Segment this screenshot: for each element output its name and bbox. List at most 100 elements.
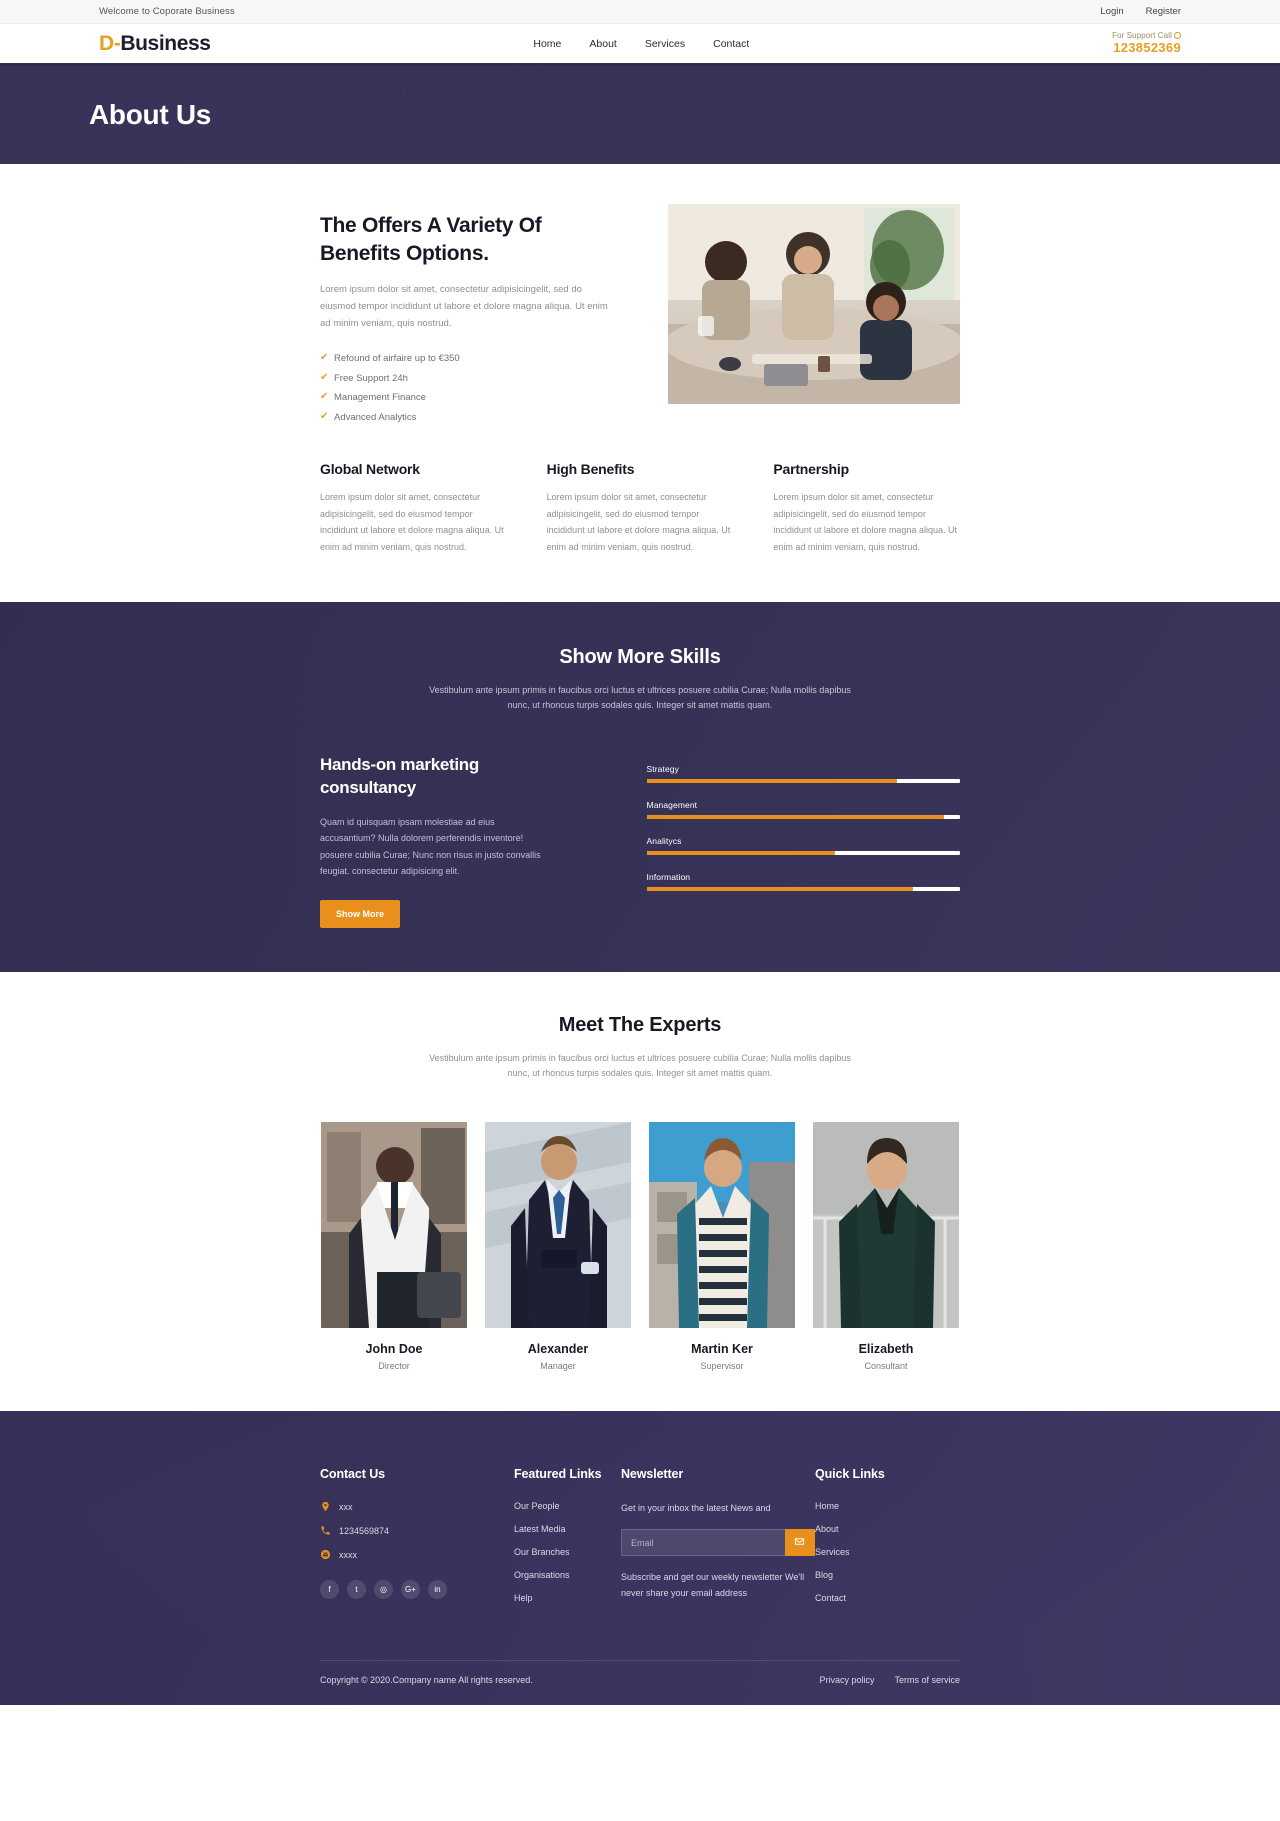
logo-text: Business: [120, 31, 211, 55]
newsletter-submit-button[interactable]: [784, 1529, 815, 1557]
member-name: Elizabeth: [858, 1342, 914, 1357]
auth-links: Login Register: [1100, 6, 1181, 17]
quick-link-contact[interactable]: Contact: [815, 1593, 960, 1603]
terms-of-service-link[interactable]: Terms of service: [894, 1675, 960, 1685]
linkedin-icon[interactable]: in: [428, 1580, 447, 1600]
page-hero: About Us: [0, 66, 1280, 164]
featured-link-help[interactable]: Help: [514, 1593, 621, 1603]
about-section: The Offers A Variety Of Benefits Options…: [0, 164, 1280, 602]
skill-label: Analitycs: [646, 836, 682, 847]
footer-newsletter-column: Newsletter Get in your inbox the latest …: [620, 1467, 815, 1616]
feature-column: Partnership Lorem ipsum dolor sit amet, …: [773, 461, 960, 556]
column-title: Global Network: [320, 461, 420, 478]
experts-section: Meet The Experts Vestibulum ante ipsum p…: [0, 971, 1280, 1412]
top-bar: Welcome to Coporate Business Login Regis…: [0, 0, 1280, 24]
main-navigation: Home About Services Contact: [533, 38, 749, 50]
column-text: Lorem ipsum dolor sit amet, consectetur …: [546, 492, 731, 553]
support-phone-number[interactable]: 123852369: [1112, 40, 1181, 56]
legal-links: Privacy policy Terms of service: [819, 1675, 960, 1685]
benefit-label: Advanced Analytics: [334, 411, 417, 423]
footer-quick-title: Quick Links: [814, 1467, 885, 1482]
check-icon: ✔: [320, 410, 329, 422]
column-title: Partnership: [773, 461, 849, 478]
member-photo: [321, 1122, 467, 1329]
about-heading: The Offers A Variety Of Benefits Options…: [320, 214, 542, 265]
newsletter-note: Subscribe and get our weekly newsletter …: [620, 1572, 805, 1598]
experts-subtitle: Vestibulum ante ipsum primis in faucibus…: [429, 1052, 851, 1079]
privacy-policy-link[interactable]: Privacy policy: [819, 1675, 874, 1685]
quick-link-services[interactable]: Services: [815, 1547, 960, 1557]
nav-item-contact[interactable]: Contact: [713, 38, 749, 50]
member-role: Manager: [540, 1361, 576, 1372]
site-footer: Contact Us xxx 1234569874 xxxx f t ◎ G+ …: [0, 1411, 1280, 1706]
column-text: Lorem ipsum dolor sit amet, consectetur …: [320, 492, 504, 553]
footer-featured-column: Featured Links Our People Latest Media O…: [514, 1467, 621, 1616]
login-link[interactable]: Login: [1100, 6, 1123, 17]
footer-contact-title: Contact Us: [320, 1467, 385, 1482]
featured-link-our-branches[interactable]: Our Branches: [514, 1547, 621, 1557]
team-member-card[interactable]: Alexander Manager: [485, 1122, 631, 1371]
newsletter-description: Get in your inbox the latest News and: [620, 1503, 771, 1514]
feature-column: High Benefits Lorem ipsum dolor sit amet…: [547, 461, 734, 556]
nav-item-about[interactable]: About: [589, 38, 616, 50]
column-text: Lorem ipsum dolor sit amet, consectetur …: [773, 492, 957, 553]
skill-track: [646, 851, 960, 856]
team-member-card[interactable]: Martin Ker Supervisor: [649, 1122, 795, 1371]
member-name: Martin Ker: [691, 1342, 753, 1357]
team-grid: John Doe Director Alexander Manager Mart…: [320, 1122, 960, 1371]
nav-item-home[interactable]: Home: [533, 38, 561, 50]
benefits-list: ✔ Refound of airfaire up to €350 ✔ Free Su…: [320, 349, 618, 427]
footer-contact-column: Contact Us xxx 1234569874 xxxx f t ◎ G+ …: [320, 1467, 514, 1616]
feature-column: Global Network Lorem ipsum dolor sit ame…: [320, 461, 507, 556]
google-plus-icon[interactable]: G+: [401, 1580, 420, 1600]
member-photo: [813, 1122, 959, 1329]
twitter-icon[interactable]: t: [347, 1580, 366, 1600]
skill-item: Strategy: [646, 764, 960, 784]
footer-bottom-bar: Copyright © 2020.Company name All rights…: [320, 1660, 960, 1705]
benefit-label: Management Finance: [334, 392, 426, 404]
member-role: Director: [378, 1361, 410, 1372]
quick-link-home[interactable]: Home: [815, 1501, 960, 1511]
nav-item-services[interactable]: Services: [645, 38, 685, 50]
facebook-icon[interactable]: f: [320, 1580, 339, 1600]
member-photo: [649, 1122, 795, 1329]
footer-featured-title: Featured Links: [513, 1467, 602, 1482]
featured-link-latest-media[interactable]: Latest Media: [514, 1524, 621, 1534]
team-member-card[interactable]: Elizabeth Consultant: [813, 1122, 959, 1371]
quick-link-blog[interactable]: Blog: [815, 1570, 960, 1580]
featured-link-our-people[interactable]: Our People: [514, 1501, 621, 1511]
about-lead-paragraph: Lorem ipsum dolor sit amet, consectetur …: [320, 284, 608, 330]
phone-icon: [320, 1525, 331, 1536]
featured-link-organisations[interactable]: Organisations: [514, 1570, 621, 1580]
instagram-icon[interactable]: ◎: [374, 1580, 393, 1600]
contact-email-row: xxxx: [320, 1549, 514, 1560]
show-more-button[interactable]: Show More: [320, 899, 401, 928]
member-photo: [485, 1122, 631, 1329]
about-text-block: The Offers A Variety Of Benefits Options…: [320, 204, 618, 427]
contact-address: xxx: [339, 1501, 353, 1512]
register-link[interactable]: Register: [1146, 6, 1181, 17]
experts-title: Meet The Experts: [558, 1013, 722, 1036]
contact-address-row: xxx: [320, 1501, 514, 1512]
team-member-card[interactable]: John Doe Director: [321, 1122, 467, 1371]
skill-fill: [646, 887, 913, 892]
skill-track: [646, 779, 960, 784]
skill-label: Strategy: [646, 764, 679, 775]
check-icon: ✔: [320, 371, 329, 383]
member-name: Alexander: [527, 1342, 589, 1357]
skill-item: Information: [646, 872, 960, 892]
newsletter-form: [620, 1529, 815, 1557]
newsletter-email-input[interactable]: [620, 1529, 785, 1557]
skill-fill: [646, 815, 945, 820]
skills-title: Show More Skills: [559, 645, 721, 668]
benefit-label: Free Support 24h: [334, 372, 408, 384]
logo-letter-d: D: [99, 31, 114, 55]
footer-newsletter-title: Newsletter: [620, 1467, 684, 1482]
skill-track: [646, 887, 960, 892]
quick-link-about[interactable]: About: [815, 1524, 960, 1534]
contact-phone: 1234569874: [339, 1525, 390, 1536]
skills-heading: Hands-on marketing consultancy: [320, 755, 479, 798]
skill-label: Information: [646, 872, 691, 883]
site-logo[interactable]: D-Business: [99, 32, 211, 56]
member-name: John Doe: [365, 1342, 423, 1357]
